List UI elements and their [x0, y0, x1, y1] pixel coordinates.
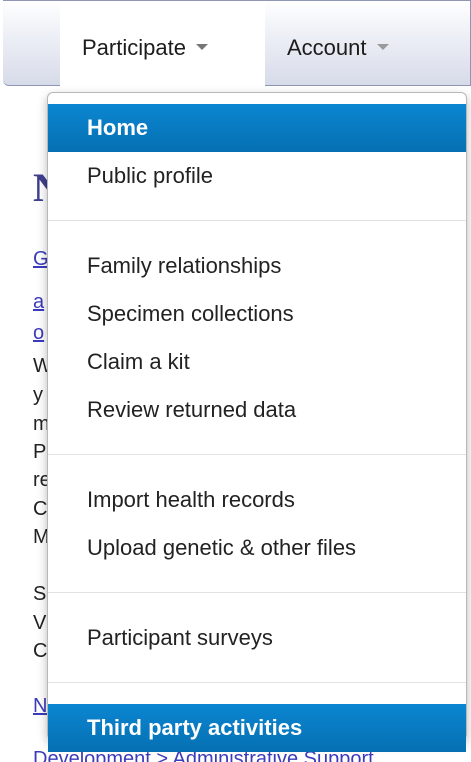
bg-link-fragment[interactable]: o	[33, 322, 44, 345]
bg-text-fragment: C	[33, 498, 48, 520]
bg-text-fragment: y	[33, 384, 43, 406]
menu-item-participant-surveys[interactable]: Participant surveys	[48, 614, 466, 662]
menu-divider	[48, 220, 466, 221]
bg-text-fragment: C	[33, 640, 48, 662]
bg-text-fragment: P	[33, 441, 47, 463]
nav-tab-label: Participate	[82, 35, 186, 60]
menu-item-family-relationships[interactable]: Family relationships	[48, 242, 466, 290]
menu-item-public-profile[interactable]: Public profile	[48, 152, 466, 200]
menu-item-review-returned-data[interactable]: Review returned data	[48, 386, 466, 434]
menu-item-specimen-collections[interactable]: Specimen collections	[48, 290, 466, 338]
caret-down-icon	[376, 44, 389, 51]
menu-item-import-health-records[interactable]: Import health records	[48, 476, 466, 524]
participate-dropdown-menu: Home Public profile Family relationships…	[47, 92, 467, 752]
bg-link-fragment[interactable]: a	[33, 291, 44, 314]
caret-down-icon	[195, 44, 208, 51]
menu-divider	[48, 454, 466, 455]
bg-text-fragment: S	[33, 583, 47, 605]
menu-item-claim-a-kit[interactable]: Claim a kit	[48, 338, 466, 386]
menu-divider	[48, 592, 466, 593]
menu-item-third-party-activities[interactable]: Third party activities	[48, 704, 466, 752]
menu-divider	[48, 682, 466, 683]
bg-link-fragment[interactable]: N	[33, 695, 47, 718]
nav-tab-participate[interactable]: Participate	[60, 1, 265, 87]
top-navbar: Participate Account	[3, 0, 471, 87]
menu-item-upload-genetic-files[interactable]: Upload genetic & other files	[48, 524, 466, 572]
bg-text-fragment: V	[33, 612, 47, 634]
menu-item-home[interactable]: Home	[48, 104, 466, 152]
nav-tab-label: Account	[287, 35, 367, 60]
nav-tab-account[interactable]: Account	[265, 1, 435, 87]
